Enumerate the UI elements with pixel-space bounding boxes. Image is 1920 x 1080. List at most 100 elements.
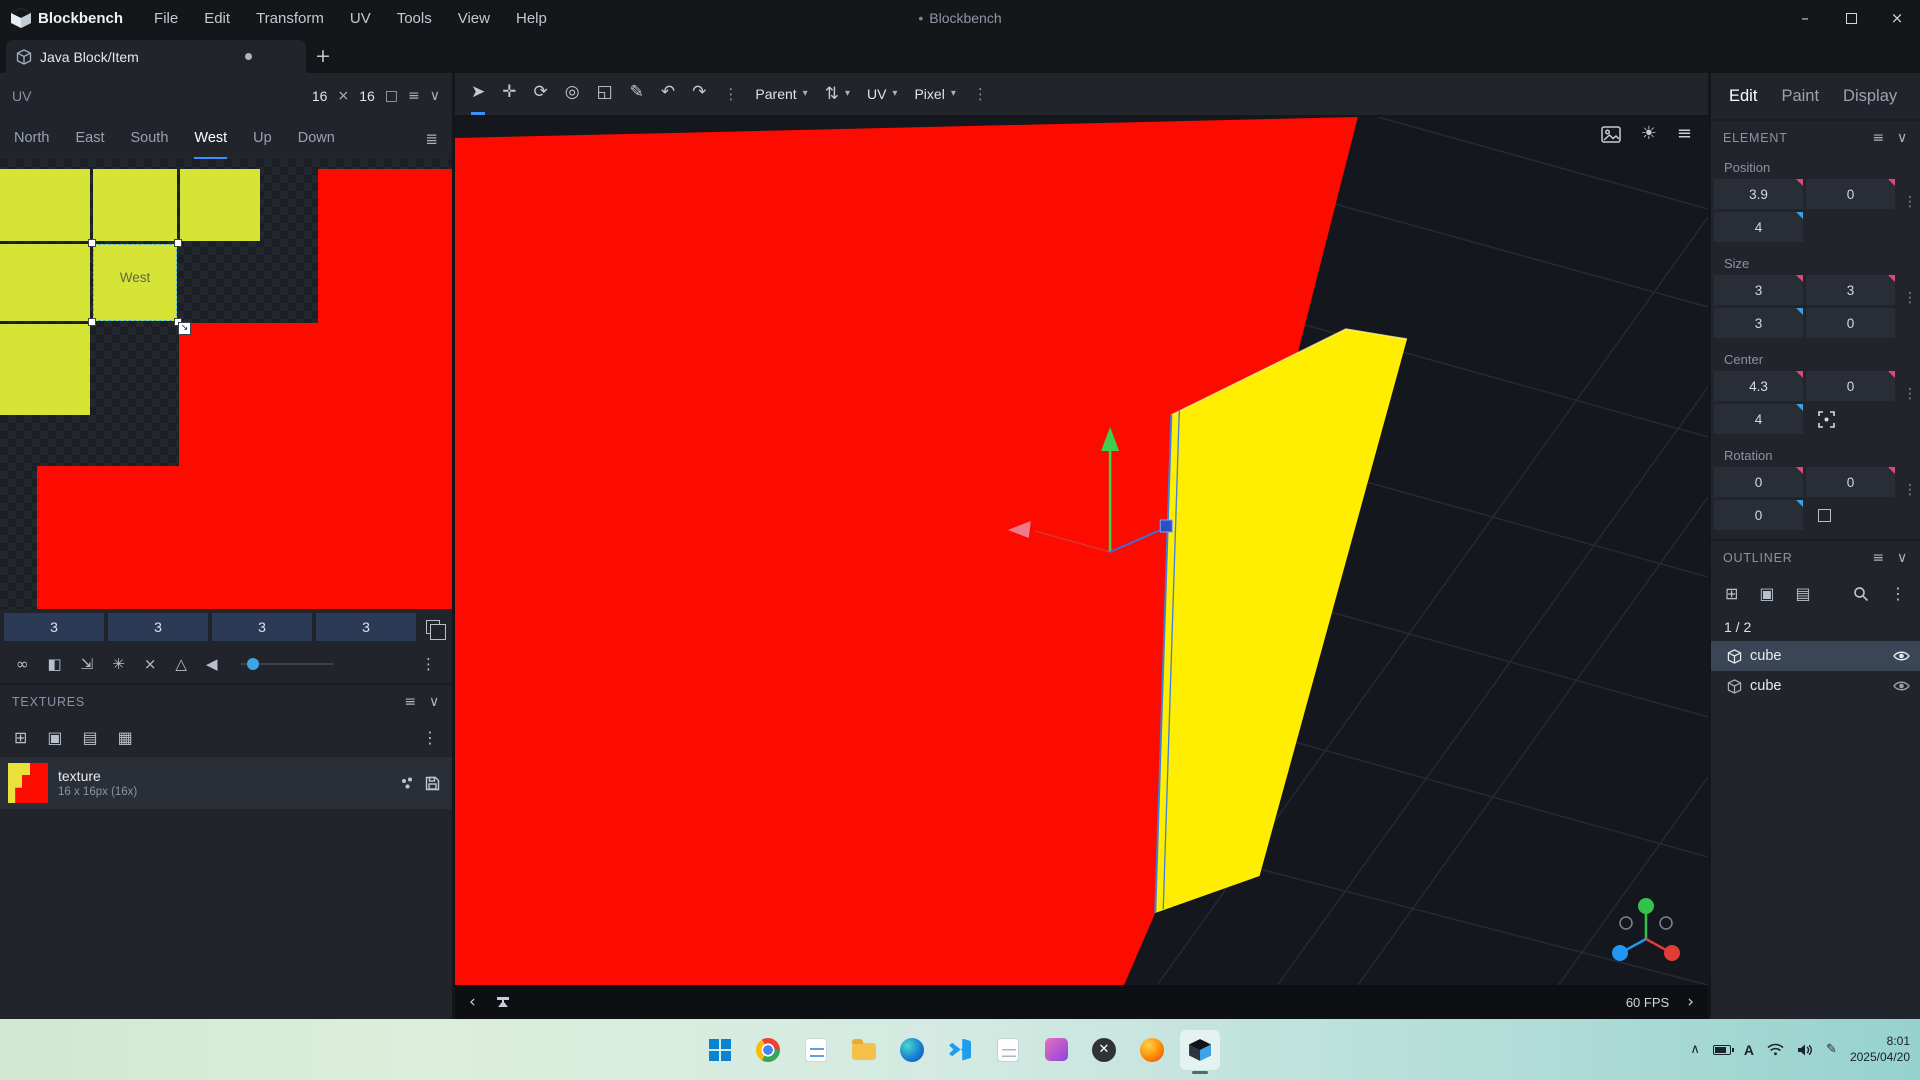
outliner-collapse-icon[interactable]: ∨ [1897, 551, 1908, 565]
taskbar-clock[interactable]: 8:01 2025/04/20 [1850, 1034, 1910, 1065]
focus-pivot-button[interactable] [1818, 411, 1835, 428]
pivot-mode-dropdown[interactable]: ⇅ ▾ [825, 86, 850, 103]
project-tab[interactable]: Java Block/Item [6, 40, 306, 73]
size-x-input[interactable]: 3 [1714, 275, 1803, 305]
maximize-uv-icon[interactable]: ⇲ [81, 657, 94, 672]
uv-mode-dropdown[interactable]: UV ▾ [867, 86, 897, 102]
textures-collapse-icon[interactable]: ∨ [429, 695, 440, 709]
uv-width-input[interactable]: 3 [212, 613, 312, 641]
uv-canvas[interactable]: West ↘ [0, 159, 452, 609]
volume-icon[interactable] [1797, 1043, 1813, 1057]
tab-display[interactable]: Display [1843, 87, 1897, 106]
selection-handle[interactable] [88, 318, 96, 326]
next-arrow-icon[interactable]: › [1687, 994, 1694, 1011]
redo-button[interactable]: ↷ [692, 73, 706, 115]
face-tab-south[interactable]: South [130, 119, 168, 159]
menu-transform[interactable]: Transform [245, 4, 335, 33]
link-icon[interactable]: ∞ [16, 657, 29, 672]
toolbar-options-icon[interactable]: ⋮ [973, 87, 988, 102]
menu-help[interactable]: Help [505, 4, 558, 33]
wifi-icon[interactable] [1767, 1043, 1784, 1056]
selection-handle[interactable] [174, 239, 182, 247]
pen-icon[interactable]: ✎ [1826, 1043, 1837, 1056]
viewport-3d[interactable]: ☀ ≡ [455, 117, 1708, 985]
size-options-icon[interactable]: ⋮ [1903, 291, 1917, 305]
shading-sun-icon[interactable]: ☀ [1641, 125, 1657, 143]
outliner-item-cube-1[interactable]: cube [1711, 641, 1920, 671]
taskbar-vscode-icon[interactable] [940, 1030, 980, 1070]
rotate-tool[interactable]: ⟳ [534, 73, 548, 115]
element-collapse-icon[interactable]: ∨ [1897, 131, 1908, 145]
workspace-icon[interactable] [494, 994, 512, 1010]
taskbar-file-explorer-icon[interactable] [844, 1030, 884, 1070]
brush-tool[interactable]: ✎ [630, 73, 644, 115]
create-texture-icon[interactable]: ⊞ [14, 730, 27, 746]
taskbar-firefox-icon[interactable] [1132, 1030, 1172, 1070]
add-cube-icon[interactable]: ⊞ [1725, 586, 1738, 602]
uv-x-input[interactable]: 3 [4, 613, 104, 641]
texture-folder-icon[interactable]: ▤ [83, 730, 98, 746]
visibility-toggle-icon[interactable] [1893, 680, 1910, 692]
rotation-z-input[interactable]: 0 [1714, 500, 1803, 530]
taskbar-document-app-icon[interactable] [796, 1030, 836, 1070]
rotation-options-icon[interactable]: ⋮ [1903, 483, 1917, 497]
element-menu-icon[interactable]: ≡ [1872, 131, 1885, 145]
position-options-icon[interactable]: ⋮ [1903, 195, 1917, 209]
outliner-options-icon[interactable]: ⋮ [1890, 586, 1906, 602]
face-tab-west[interactable]: West [194, 119, 227, 159]
pivot-tool[interactable]: ◎ [565, 73, 580, 115]
search-icon[interactable] [1853, 586, 1869, 602]
mirror-y-icon[interactable]: ◀ [206, 657, 218, 672]
tab-edit[interactable]: Edit [1729, 87, 1757, 106]
ime-indicator[interactable]: A [1744, 1042, 1754, 1058]
center-x-input[interactable]: 4.3 [1714, 371, 1803, 401]
sort-list-icon[interactable]: ▤ [1796, 586, 1811, 602]
taskbar-xbox-icon[interactable]: ✕ [1084, 1030, 1124, 1070]
texture-list-item[interactable]: texture 16 x 16px (16x) [0, 757, 452, 809]
menu-edit[interactable]: Edit [193, 4, 241, 33]
transform-space-dropdown[interactable]: Parent ▾ [755, 86, 807, 102]
position-y-input[interactable]: 0 [1806, 179, 1895, 209]
uv-options-icon[interactable]: ⋮ [421, 657, 436, 672]
select-tool[interactable]: ➤ [471, 73, 485, 115]
menu-file[interactable]: File [143, 4, 189, 33]
prev-arrow-icon[interactable]: ‹ [469, 994, 476, 1011]
pattern-icon[interactable]: ✳ [112, 657, 125, 672]
selection-resize-handle[interactable]: ↘ [178, 322, 191, 335]
textures-options-icon[interactable]: ⋮ [422, 730, 438, 746]
taskbar-purple-app-icon[interactable] [1036, 1030, 1076, 1070]
collapse-chevron-icon[interactable]: ∨ [430, 89, 440, 103]
mirror-x-icon[interactable]: △ [175, 657, 187, 672]
grid-unit-dropdown[interactable]: Pixel ▾ [914, 86, 955, 102]
inflate-input[interactable]: 0 [1806, 308, 1895, 338]
start-button[interactable] [700, 1030, 740, 1070]
new-tab-button[interactable]: + [306, 40, 340, 73]
add-group-icon[interactable]: ▣ [1759, 586, 1774, 602]
frame-icon[interactable]: □ [385, 89, 398, 103]
slider-knob[interactable] [247, 658, 259, 670]
minimize-button[interactable]: – [1782, 0, 1828, 36]
outliner-menu-icon[interactable]: ≡ [1872, 551, 1885, 565]
size-y-input[interactable]: 3 [1806, 275, 1895, 305]
maximize-button[interactable] [1828, 0, 1874, 36]
texture-grid-icon[interactable]: ▦ [118, 730, 133, 746]
face-checklist-icon[interactable]: ≣ [425, 132, 438, 147]
tab-paint[interactable]: Paint [1781, 87, 1819, 106]
face-tab-up[interactable]: Up [253, 119, 272, 159]
face-tab-east[interactable]: East [75, 119, 104, 159]
uv-y-input[interactable]: 3 [108, 613, 208, 641]
rotation-x-input[interactable]: 0 [1714, 467, 1803, 497]
size-z-input[interactable]: 3 [1714, 308, 1803, 338]
axis-orientation-gadget[interactable] [1600, 893, 1692, 977]
face-tab-north[interactable]: North [14, 119, 49, 159]
uv-width-value[interactable]: 16 [312, 88, 328, 104]
position-x-input[interactable]: 3.9 [1714, 179, 1803, 209]
menu-uv[interactable]: UV [339, 4, 382, 33]
center-options-icon[interactable]: ⋮ [1903, 387, 1917, 401]
selection-handle[interactable] [88, 239, 96, 247]
move-tool[interactable]: ✛ [502, 73, 516, 115]
taskbar-chrome-icon[interactable] [748, 1030, 788, 1070]
tray-expand-icon[interactable]: ∧ [1690, 1043, 1700, 1056]
taskbar-notepad-icon[interactable] [988, 1030, 1028, 1070]
undo-button[interactable]: ↶ [661, 73, 675, 115]
